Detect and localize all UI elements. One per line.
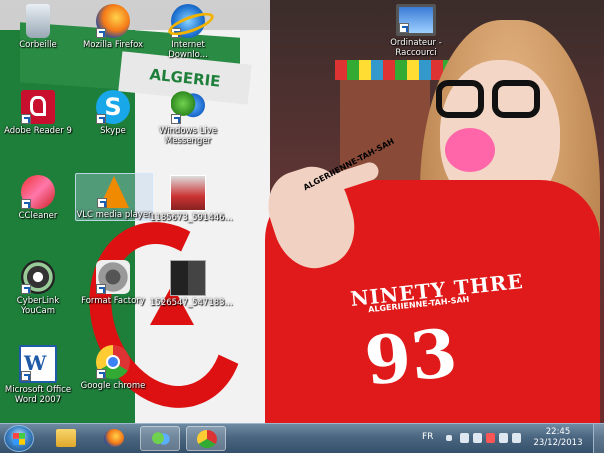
tray-network-icon[interactable] [473, 433, 482, 443]
desktop-icon-computer[interactable]: Ordinateur - Raccourci [378, 4, 454, 58]
image-file-icon [170, 260, 206, 296]
desktop-icon-internet-download[interactable]: Internet Downlo... [150, 4, 226, 60]
icon-label: Microsoft Office Word 2007 [4, 385, 72, 405]
desktop-icon-format-factory[interactable]: Format Factory [75, 260, 151, 306]
icon-label: Adobe Reader 9 [4, 126, 72, 136]
wallpaper-glasses-left [436, 80, 484, 118]
desktop-icon-photo-1[interactable]: 1185673_591446... [150, 175, 233, 223]
wallpaper-lips [445, 128, 495, 172]
icon-label: CCleaner [18, 211, 58, 221]
desktop-icon-messenger[interactable]: Windows Live Messenger [150, 90, 226, 146]
desktop-icon-youcam[interactable]: CyberLink YouCam [0, 260, 76, 316]
icon-label: Corbeille [19, 40, 57, 50]
shortcut-arrow-icon [96, 28, 106, 38]
folder-icon [56, 429, 76, 447]
skype-icon: S [96, 90, 130, 124]
wallpaper-hoodie-number: 93 [361, 313, 461, 401]
firefox-icon [104, 429, 124, 447]
image-file-icon [170, 175, 206, 211]
desktop-icon-vlc[interactable]: VLC media player [75, 173, 153, 221]
shortcut-arrow-icon [171, 28, 181, 38]
start-button[interactable] [4, 425, 34, 452]
shortcut-arrow-icon [96, 284, 106, 294]
chrome-icon [197, 430, 217, 448]
icon-label: CyberLink YouCam [16, 296, 60, 316]
desktop-icon-firefox[interactable]: Mozilla Firefox [75, 4, 151, 50]
icon-label: Google chrome [80, 381, 146, 391]
shortcut-arrow-icon [21, 114, 31, 124]
desktop-icon-ccleaner[interactable]: CCleaner [0, 175, 76, 221]
messenger-icon [171, 90, 205, 124]
desktop-icon-word[interactable]: Microsoft Office Word 2007 [0, 345, 76, 405]
shortcut-arrow-icon [96, 369, 106, 379]
taskbar-messenger-button[interactable] [140, 426, 180, 451]
language-indicator[interactable]: FR [422, 432, 433, 442]
icon-label: Skype [100, 126, 126, 136]
desktop-icon-recycle-bin[interactable]: Corbeille [0, 4, 76, 50]
icon-label: Mozilla Firefox [82, 40, 144, 50]
desktop-icon-chrome[interactable]: Google chrome [75, 345, 151, 391]
icon-label: Format Factory [81, 296, 145, 306]
desktop-icon-adobe-reader[interactable]: Adobe Reader 9 [0, 90, 76, 136]
word-icon [19, 345, 57, 383]
chrome-icon [96, 345, 130, 379]
icon-label: 1526547_547183... [150, 298, 233, 308]
vlc-icon-wrap [97, 174, 131, 208]
tray-action-center-icon[interactable] [486, 433, 495, 443]
taskbar: FR 22:45 23/12/2013 [0, 423, 604, 453]
icon-label: Ordinateur - Raccourci [390, 38, 442, 58]
icon-label: Internet Downlo... [168, 40, 208, 60]
taskbar-chrome-button[interactable] [186, 426, 226, 451]
desktop-icon-skype[interactable]: S Skype [75, 90, 151, 136]
internet-download-icon [171, 4, 205, 38]
taskbar-explorer-button[interactable] [46, 426, 86, 451]
icon-label: Windows Live Messenger [158, 126, 217, 146]
adobe-reader-icon [21, 90, 55, 124]
icon-label: VLC media player [76, 210, 152, 220]
shortcut-arrow-icon [171, 114, 181, 124]
windows-logo-icon [13, 433, 25, 445]
clock-time: 22:45 [545, 427, 571, 437]
system-clock[interactable]: 22:45 23/12/2013 [528, 427, 588, 449]
tray-app-icon[interactable] [460, 433, 469, 443]
tray-volume-icon[interactable] [512, 433, 521, 443]
icon-label: 1185673_591446... [150, 213, 233, 223]
clock-date: 23/12/2013 [533, 438, 583, 448]
shortcut-arrow-icon [96, 114, 106, 124]
shortcut-arrow-icon [399, 23, 409, 33]
webcam-icon [21, 260, 55, 294]
desktop-icon-photo-2[interactable]: 1526547_547183... [150, 260, 233, 308]
shortcut-arrow-icon [97, 198, 107, 208]
shortcut-arrow-icon [21, 199, 31, 209]
ccleaner-icon [21, 175, 55, 209]
shortcut-arrow-icon [21, 284, 31, 294]
recycle-bin-icon [26, 4, 50, 38]
show-desktop-button[interactable] [593, 424, 604, 453]
taskbar-firefox-button[interactable] [94, 426, 134, 451]
messenger-icon [151, 430, 171, 448]
shortcut-arrow-icon [21, 371, 31, 381]
wallpaper-glasses-right [492, 80, 540, 118]
format-factory-icon [96, 260, 130, 294]
firefox-icon [96, 4, 130, 38]
tray-power-icon[interactable] [499, 433, 508, 443]
desktop: ALGERIE ALGERIIENNE-TAH-SAH NINETY THRE … [0, 0, 604, 423]
computer-icon [396, 4, 436, 36]
tray-arrow-icon[interactable] [446, 435, 452, 441]
